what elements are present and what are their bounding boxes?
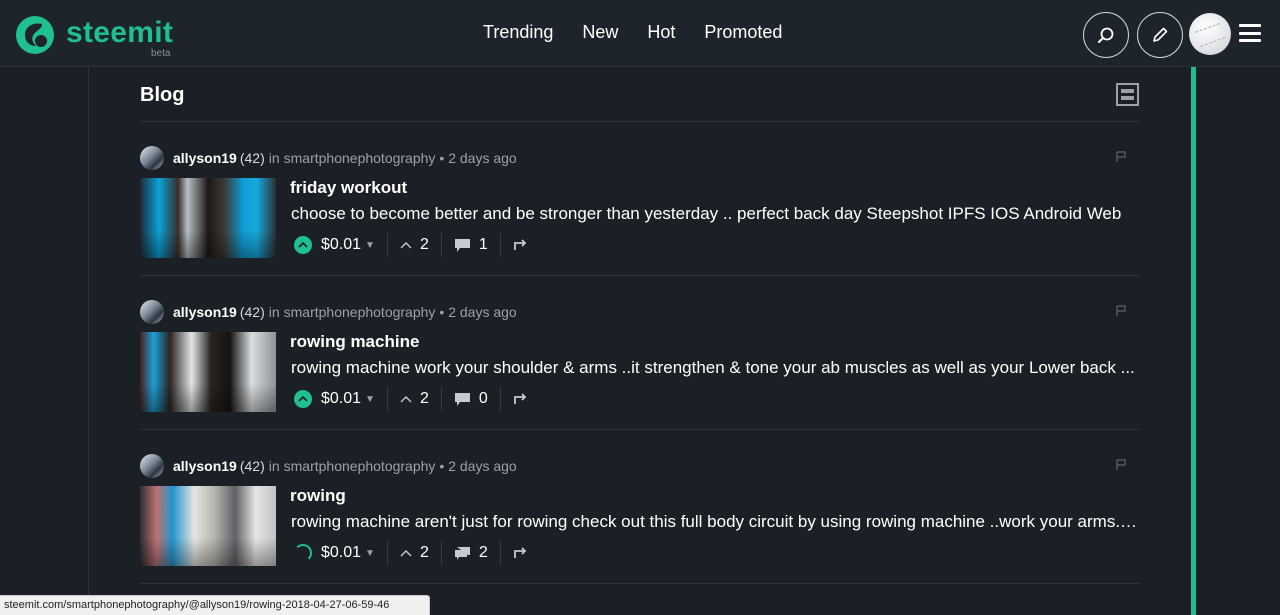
- community-link[interactable]: smartphonephotography: [284, 150, 436, 166]
- post-excerpt[interactable]: rowing machine work your shoulder & arms…: [291, 358, 1139, 378]
- in-label: in: [268, 458, 280, 474]
- write-post-button[interactable]: [1137, 12, 1183, 58]
- steemit-logo-icon: [16, 16, 54, 54]
- post-meta: allyson19 (42) in smartphonephotography …: [140, 300, 517, 324]
- post-meta: allyson19 (42) in smartphonephotography …: [140, 146, 517, 170]
- divider: [386, 387, 388, 411]
- divider: [440, 387, 442, 411]
- nav-promoted[interactable]: Promoted: [704, 22, 782, 43]
- post-title[interactable]: rowing: [290, 486, 346, 506]
- resteem-icon[interactable]: [513, 546, 529, 560]
- author-name[interactable]: allyson19: [173, 150, 237, 166]
- layout-toggle-icon[interactable]: [1116, 83, 1139, 106]
- chevron-up-icon: [298, 395, 308, 402]
- post-time[interactable]: • 2 days ago: [439, 458, 516, 474]
- resteem-icon[interactable]: [513, 392, 529, 406]
- chevron-up-icon: [400, 550, 412, 557]
- community-link[interactable]: smartphonephotography: [284, 304, 436, 320]
- brand-name: steemit: [66, 16, 174, 49]
- divider: [499, 387, 501, 411]
- post-thumbnail[interactable]: [140, 178, 276, 258]
- chevron-up-icon: [400, 396, 412, 403]
- comment-count[interactable]: 0: [479, 390, 488, 408]
- author-name[interactable]: allyson19: [173, 304, 237, 320]
- author-reputation: (42): [239, 304, 265, 320]
- post-time[interactable]: • 2 days ago: [439, 304, 516, 320]
- post-item: allyson19 (42) in smartphonephotography …: [140, 430, 1140, 584]
- post-actions: $0.01 ▼ 2 1: [294, 233, 529, 257]
- vote-count[interactable]: 2: [420, 390, 429, 408]
- browser-status-bar: steemit.com/smartphonephotography/@allys…: [0, 595, 430, 615]
- vote-count[interactable]: 2: [420, 544, 429, 562]
- post-excerpt[interactable]: choose to become better and be stronger …: [291, 204, 1139, 224]
- nav-new[interactable]: New: [582, 22, 618, 43]
- post-title[interactable]: friday workout: [290, 178, 407, 198]
- comment-icon[interactable]: [454, 238, 471, 253]
- post-time[interactable]: • 2 days ago: [439, 150, 516, 166]
- chevron-up-icon: [400, 242, 412, 249]
- divider: [386, 233, 388, 257]
- author-avatar[interactable]: [140, 454, 164, 478]
- divider: [499, 233, 501, 257]
- comment-count[interactable]: 1: [479, 236, 488, 254]
- author-name[interactable]: allyson19: [173, 458, 237, 474]
- vote-count[interactable]: 2: [420, 236, 429, 254]
- author-avatar[interactable]: [140, 300, 164, 324]
- comment-icon[interactable]: [454, 392, 471, 407]
- upvote-button[interactable]: [294, 390, 312, 408]
- pencil-icon: [1153, 27, 1168, 42]
- steemit-logo[interactable]: steemit beta: [14, 14, 174, 59]
- post-actions: $0.01 ▼ 2 2: [294, 541, 529, 565]
- author-reputation: (42): [239, 458, 265, 474]
- content-left-border: [88, 67, 89, 615]
- flag-icon[interactable]: [1116, 305, 1126, 317]
- author-reputation: (42): [239, 150, 265, 166]
- upvote-button-loading[interactable]: [294, 544, 312, 562]
- divider: [140, 583, 1140, 584]
- search-button[interactable]: [1083, 12, 1129, 58]
- payout-amount[interactable]: $0.01: [321, 390, 361, 408]
- post-title[interactable]: rowing machine: [290, 332, 419, 352]
- divider: [386, 541, 388, 565]
- chevron-down-icon[interactable]: ▼: [365, 548, 375, 559]
- post-actions: $0.01 ▼ 2 0: [294, 387, 529, 411]
- flag-icon[interactable]: [1116, 151, 1126, 163]
- main-nav: Trending New Hot Promoted: [483, 22, 811, 43]
- flag-icon[interactable]: [1116, 459, 1126, 471]
- upvote-button[interactable]: [294, 236, 312, 254]
- community-link[interactable]: smartphonephotography: [284, 458, 436, 474]
- post-excerpt[interactable]: rowing machine aren't just for rowing ch…: [291, 512, 1139, 532]
- nav-hot[interactable]: Hot: [647, 22, 675, 43]
- post-item: allyson19 (42) in smartphonephotography …: [140, 276, 1140, 430]
- page-title: Blog: [140, 84, 185, 106]
- post-thumbnail[interactable]: [140, 486, 276, 566]
- divider: [440, 541, 442, 565]
- divider: [440, 233, 442, 257]
- author-avatar[interactable]: [140, 146, 164, 170]
- payout-amount[interactable]: $0.01: [321, 544, 361, 562]
- chevron-down-icon[interactable]: ▼: [365, 240, 375, 251]
- payout-amount[interactable]: $0.01: [321, 236, 361, 254]
- in-label: in: [268, 150, 280, 166]
- chevron-up-icon: [298, 241, 308, 248]
- in-label: in: [268, 304, 280, 320]
- comment-count[interactable]: 2: [479, 544, 488, 562]
- post-item: allyson19 (42) in smartphonephotography …: [140, 122, 1140, 276]
- chevron-down-icon[interactable]: ▼: [365, 394, 375, 405]
- post-thumbnail[interactable]: [140, 332, 276, 412]
- user-avatar[interactable]: [1189, 13, 1231, 55]
- comments-icon[interactable]: [454, 546, 471, 561]
- hamburger-icon[interactable]: [1239, 24, 1261, 42]
- divider: [499, 541, 501, 565]
- nav-trending[interactable]: Trending: [483, 22, 553, 43]
- post-meta: allyson19 (42) in smartphonephotography …: [140, 454, 517, 478]
- sidebar-accent-bar: [1191, 67, 1196, 615]
- top-header: steemit beta Trending New Hot Promoted: [0, 0, 1280, 67]
- search-icon: [1098, 27, 1114, 43]
- resteem-icon[interactable]: [513, 238, 529, 252]
- beta-label: beta: [151, 48, 171, 59]
